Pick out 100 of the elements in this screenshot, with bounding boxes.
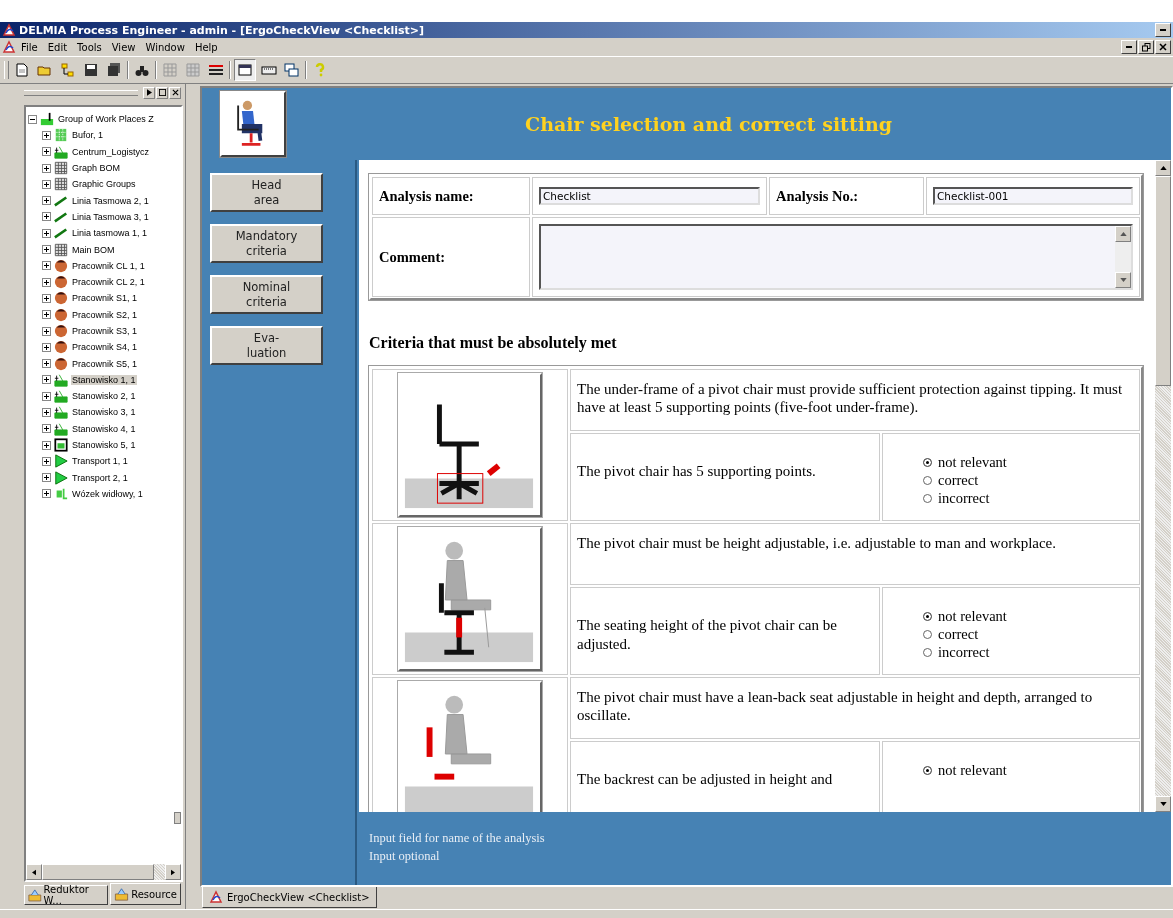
nav-button[interactable]: Head area	[210, 173, 323, 212]
radio-button[interactable]	[923, 648, 932, 657]
expand-toggle-icon[interactable]	[42, 245, 51, 254]
machine-icon	[54, 438, 68, 453]
radio-button[interactable]	[923, 494, 932, 503]
option-label[interactable]: incorrect	[938, 644, 990, 661]
check-question: The seating height of the pivot chair can be adjusted.	[570, 587, 880, 675]
expand-toggle-icon[interactable]	[42, 212, 51, 222]
option-label[interactable]: not relevant	[938, 454, 1007, 471]
tree-item[interactable]: Transport 1, 1	[71, 456, 129, 467]
panel-tab[interactable]: Reduktor W...	[24, 885, 109, 905]
expand-toggle-icon[interactable]	[42, 342, 51, 352]
panel-tab[interactable]: Resource	[110, 883, 181, 905]
help-text: Input optional	[369, 847, 441, 865]
tree-item[interactable]: Stanowisko 2, 1	[71, 391, 137, 402]
tree-item[interactable]: Bufor, 1	[71, 130, 105, 141]
tree-item[interactable]: Stanowisko 5, 1	[71, 440, 137, 451]
tree-item[interactable]: Centrum_Logistycz	[71, 146, 151, 157]
expand-toggle-icon[interactable]	[42, 196, 51, 206]
tree-item[interactable]: Stanowisko 4, 1	[71, 423, 137, 434]
windows-icon[interactable]	[282, 60, 302, 80]
option-label[interactable]: not relevant	[938, 608, 1007, 625]
expand-toggle-icon[interactable]	[42, 408, 51, 417]
menu-item[interactable]: View	[106, 41, 141, 53]
menu-item[interactable]: Edit	[42, 41, 73, 53]
restore-button[interactable]	[1138, 40, 1154, 54]
nav-button[interactable]: Nominal criteria	[210, 275, 323, 314]
expand-toggle-icon[interactable]	[42, 293, 51, 303]
close-button[interactable]	[1155, 40, 1171, 54]
window-icon[interactable]	[234, 59, 256, 81]
option-label[interactable]: correct	[938, 626, 979, 643]
section-title: Criteria that must be absolutely met	[369, 334, 618, 352]
option-label[interactable]: incorrect	[938, 490, 990, 507]
tree-item[interactable]: Pracownik S4, 1	[71, 342, 139, 353]
scroll-down-icon[interactable]	[1159, 802, 1167, 806]
radio-button[interactable]	[923, 630, 932, 639]
document-tab[interactable]: ErgoCheckView <Checklist>	[202, 887, 377, 908]
expand-toggle-icon[interactable]	[42, 489, 51, 499]
expand-toggle-icon[interactable]	[42, 163, 51, 173]
expand-toggle-icon[interactable]	[42, 359, 51, 369]
tree-item[interactable]: Pracownik S3, 1	[71, 326, 139, 336]
tree-item[interactable]: Graphic Groups	[71, 179, 137, 190]
expand-toggle-icon[interactable]	[42, 424, 51, 434]
analysis-name-field[interactable]: Checklist	[539, 187, 760, 205]
person-icon	[54, 356, 68, 371]
expand-toggle-icon[interactable]	[42, 391, 51, 401]
radio-button[interactable]	[923, 766, 932, 775]
expand-toggle-icon[interactable]	[42, 456, 51, 466]
tree-item[interactable]: Pracownik S5, 1	[71, 358, 139, 369]
tree-item[interactable]: Group of Work Places Z	[57, 114, 155, 125]
expand-toggle-icon[interactable]	[42, 261, 51, 271]
option-label[interactable]: correct	[938, 472, 979, 489]
expand-toggle-icon[interactable]	[42, 326, 51, 336]
expand-toggle-icon[interactable]	[42, 147, 51, 157]
scroll-up-icon[interactable]	[1159, 166, 1167, 170]
tree-item[interactable]: Linia Tasmowa 3, 1	[71, 211, 150, 222]
radio-button[interactable]	[923, 476, 932, 485]
tree-item[interactable]: Wózek widłowy, 1	[71, 488, 144, 499]
radio-button[interactable]	[923, 612, 932, 621]
analysis-number-field[interactable]: Checklist-001	[933, 187, 1133, 205]
menu-item[interactable]: File	[16, 41, 43, 53]
close-icon	[171, 89, 179, 96]
arrow-button[interactable]	[143, 86, 155, 99]
tree-item[interactable]: Pracownik S1, 1	[71, 293, 139, 304]
menu-item[interactable]: Help	[189, 41, 223, 53]
tree-item[interactable]: Graph BOM	[71, 163, 121, 174]
tree-item[interactable]: Pracownik S2, 1	[71, 309, 139, 320]
menu-item[interactable]: Window	[140, 41, 190, 53]
tree-item[interactable]: Linia tasmowa 1, 1	[71, 228, 149, 239]
expand-toggle-icon[interactable]	[42, 310, 51, 320]
requirement-text: The under-frame of a pivot chair must provide sufficient protection against tipping. It must have at least 5 supporting points (five-foot under-frame).	[570, 369, 1140, 431]
person-icon	[54, 307, 68, 322]
minimize-icon	[1125, 46, 1133, 48]
tree-item[interactable]: Main BOM	[71, 244, 116, 255]
expand-toggle-icon[interactable]	[42, 473, 51, 483]
close-button[interactable]	[169, 86, 181, 99]
expand-toggle-icon[interactable]	[42, 277, 51, 287]
tree-item[interactable]: Pracownik CL 1, 1	[71, 260, 146, 271]
workstation-icon	[54, 389, 68, 404]
tree-item[interactable]: Stanowisko 1, 1	[71, 374, 137, 385]
tree-item[interactable]: Linia Tasmowa 2, 1	[71, 195, 150, 206]
minimize-button[interactable]	[1121, 40, 1137, 54]
nav-button[interactable]: Mandatory criteria	[210, 224, 323, 263]
option-label[interactable]: not relevant	[938, 762, 1007, 779]
expand-toggle-icon[interactable]	[42, 130, 51, 140]
expand-toggle-icon[interactable]	[42, 228, 51, 238]
tree-item[interactable]: Stanowisko 3, 1	[71, 407, 137, 418]
chair-image-button[interactable]	[220, 91, 286, 157]
tree-item[interactable]: Pracownik CL 2, 1	[71, 277, 146, 288]
nav-button[interactable]: Eva- luation	[210, 326, 323, 365]
conveyor-icon	[54, 209, 68, 224]
expand-toggle-icon[interactable]	[42, 440, 51, 450]
collapse-toggle-icon[interactable]	[28, 114, 37, 124]
expand-toggle-icon[interactable]	[42, 375, 51, 385]
maximize-button[interactable]	[156, 86, 168, 99]
menu-item[interactable]: Tools	[72, 41, 107, 53]
minimize-button[interactable]	[1155, 23, 1171, 37]
radio-button[interactable]	[923, 458, 932, 467]
tree-item[interactable]: Transport 2, 1	[71, 472, 129, 483]
expand-toggle-icon[interactable]	[42, 179, 51, 189]
